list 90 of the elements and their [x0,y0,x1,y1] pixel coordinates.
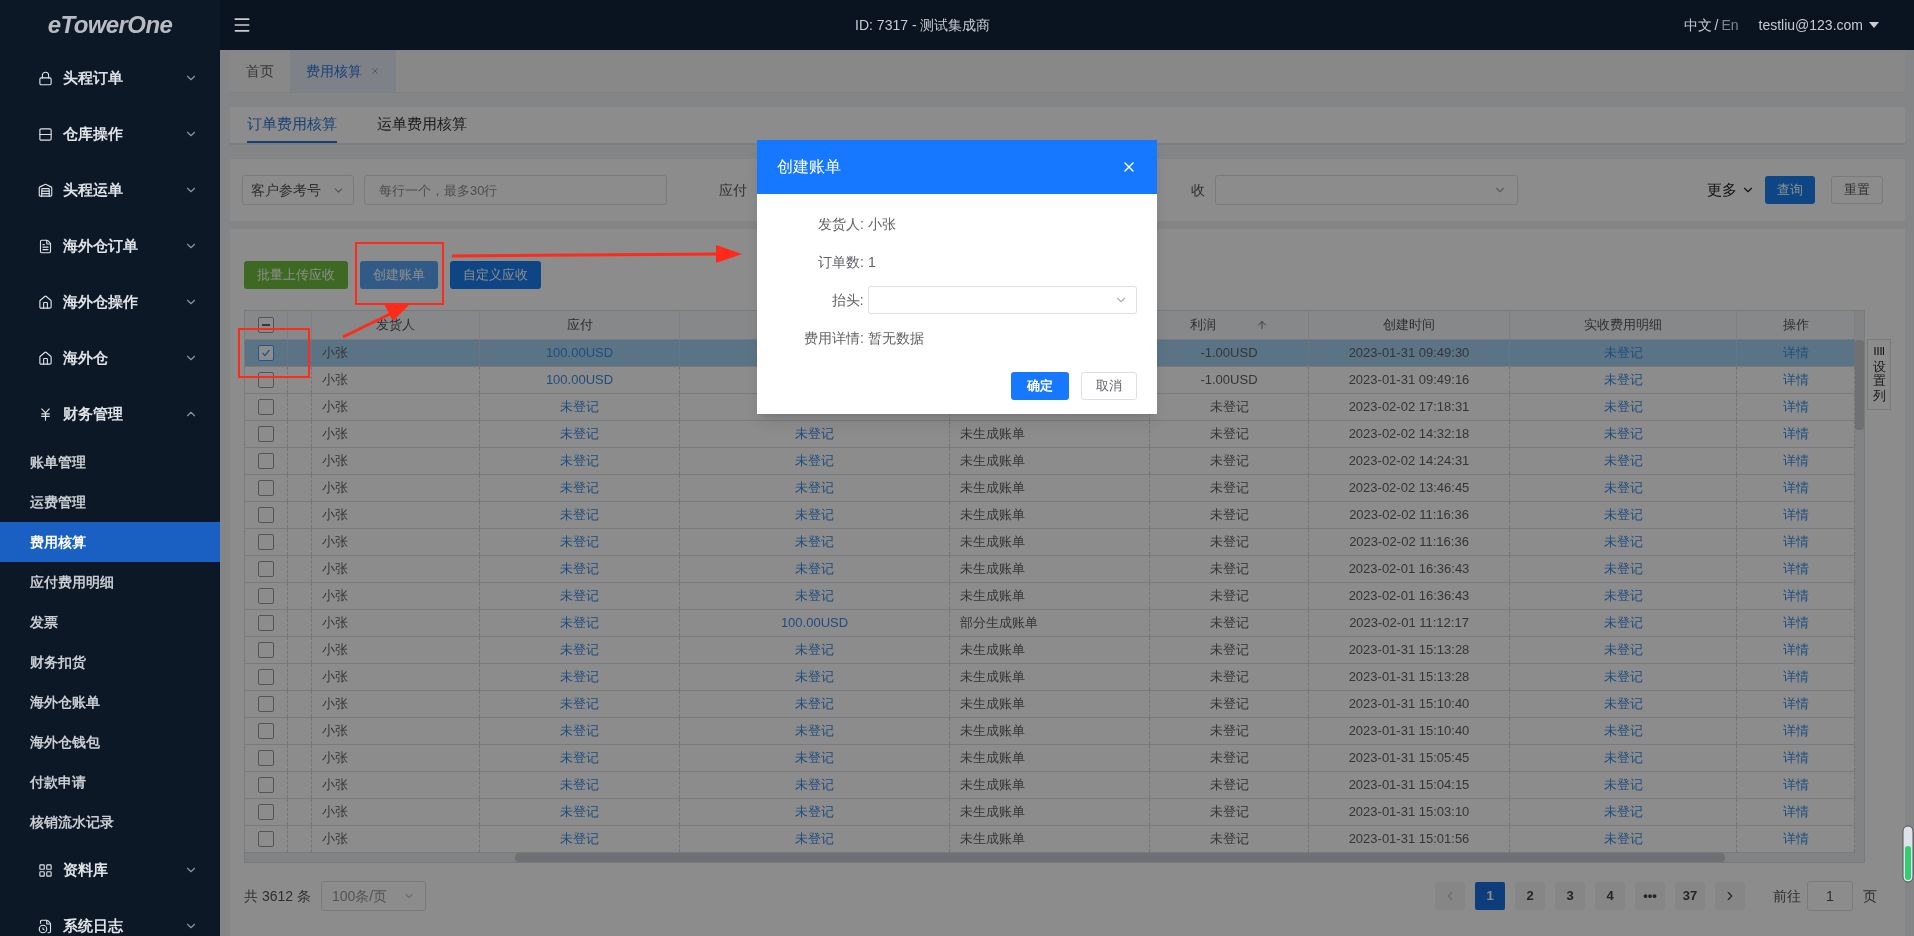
shipper-cell-text: 小张 [322,371,348,390]
status-cell-text: 未生成账单 [960,587,1025,606]
shipper-cell-text: 小张 [322,749,348,768]
profit-cell-text: 未登记 [1209,695,1249,714]
created-time-cell-text: 2023-01-31 15:10:40 [1348,695,1470,714]
shipper-cell-text: 小张 [322,533,348,552]
status-cell-text: 未生成账单 [960,803,1025,822]
status-cell-text: 未生成账单 [960,533,1025,552]
created-time-cell-text: 2023-01-31 15:04:15 [1348,776,1470,795]
status-cell-text: 未生成账单 [960,830,1025,849]
profit-cell-text: 未登记 [1209,614,1249,633]
field-label: 订单数: [817,252,865,272]
shipper-cell-text: 小张 [322,398,348,417]
created-time-cell-text: 2023-02-02 14:24:31 [1348,452,1470,471]
profit-cell-text: 未登记 [1209,506,1249,525]
shipper-cell-text: 小张 [322,425,348,444]
created-time-cell-text: 2023-02-01 11:12:17 [1349,614,1469,633]
field-value: 1 [868,252,876,272]
profit-cell-text: 未登记 [1209,587,1249,606]
settings-label: 设置列 [1872,360,1886,403]
created-time-cell-text: 2023-02-02 13:46:45 [1348,479,1470,498]
created-time-cell-text: 2023-01-31 15:13:28 [1348,668,1470,687]
field-value: 暂无数据 [868,328,924,348]
shipper-cell-text: 小张 [322,668,348,687]
shipper-cell-text: 小张 [322,830,348,849]
created-time-cell-text: 2023-01-31 15:01:56 [1348,830,1470,849]
profit-cell-text: 未登记 [1209,749,1249,768]
profit-cell-text: 未登记 [1209,722,1249,741]
profit-cell-text: 未登记 [1209,398,1249,417]
created-time-cell-text: 2023-01-31 15:05:45 [1348,749,1470,768]
shipper-cell-text: 小张 [322,452,348,471]
field-label: 费用详情: [803,328,865,348]
language-separator: / [1713,15,1720,35]
shipper-cell-text: 小张 [322,344,348,363]
status-cell-text: 未生成账单 [960,668,1025,687]
account-title: ID: 7317 - 测试集成商 [855,15,992,35]
field-label: 抬头: [830,290,865,310]
created-time-cell-text: 2023-02-02 11:16:36 [1349,506,1469,525]
shipper-cell-text: 小张 [322,776,348,795]
created-time-cell-text: 2023-02-02 14:32:18 [1348,425,1470,444]
shipper-cell-text: 小张 [322,560,348,579]
status-cell-text: 未生成账单 [960,479,1025,498]
status-cell-text: 未生成账单 [960,506,1025,525]
shipper-cell-text: 小张 [322,641,348,660]
status-cell-text: 未生成账单 [960,641,1025,660]
status-cell-text: 未生成账单 [960,425,1025,444]
payable-label: 应付 [719,180,747,200]
created-time-cell-text: 2023-02-01 16:36:43 [1348,587,1470,606]
status-cell-text: 未生成账单 [960,749,1025,768]
logo: eTowerOne [47,10,173,40]
created-time-cell-text: 2023-01-31 15:03:10 [1348,803,1470,822]
profit-cell-text: 未登记 [1209,641,1249,660]
profit-cell-text: 未登记 [1209,533,1249,552]
profit-cell-text: 未登记 [1209,452,1249,471]
shipper-cell-text: 小张 [322,506,348,525]
total-count: 共 3612 条 [244,886,311,906]
profit-cell-text: 未登记 [1209,668,1249,687]
status-cell-text: 未生成账单 [960,560,1025,579]
page-suffix: 页 [1863,886,1877,906]
shipper-cell-text: 小张 [322,803,348,822]
shipper-cell-text: 小张 [322,722,348,741]
profit-cell-text: 未登记 [1209,803,1249,822]
profit-cell-text: 未登记 [1209,776,1249,795]
profit-cell-text: 未登记 [1209,830,1249,849]
created-time-cell-text: 2023-01-31 15:13:28 [1348,641,1470,660]
status-cell-text: 部分生成账单 [960,614,1038,633]
status-cell-text: 未生成账单 [960,722,1025,741]
goto-label: 前往 [1773,886,1801,906]
profit-cell-text: 未登记 [1209,560,1249,579]
created-time-cell-text: 2023-01-31 09:49:16 [1348,371,1470,390]
receivable-label: 收 [1191,180,1205,200]
shipper-cell-text: 小张 [322,479,348,498]
profit-cell-text: -1.00USD [1200,344,1258,363]
status-cell-text: 未生成账单 [960,776,1025,795]
created-time-cell-text: 2023-02-02 11:16:36 [1349,533,1469,552]
shipper-cell-text: 小张 [322,695,348,714]
field-label: 发货人: [817,214,865,234]
profit-cell-text: -1.00USD [1200,371,1258,390]
status-cell-text: 未生成账单 [960,452,1025,471]
created-time-cell-text: 2023-02-01 16:36:43 [1348,560,1470,579]
created-time-cell-text: 2023-01-31 09:49:30 [1348,344,1470,363]
shipper-cell-text: 小张 [322,614,348,633]
status-cell-text: 未生成账单 [960,695,1025,714]
field-value: 小张 [868,214,896,234]
dialog-title: 创建账单 [777,157,841,177]
created-time-cell-text: 2023-02-02 17:18:31 [1348,398,1470,417]
created-time-cell-text: 2023-01-31 15:10:40 [1348,722,1470,741]
profit-cell-text: 未登记 [1209,479,1249,498]
profit-cell-text: 未登记 [1209,425,1249,444]
shipper-cell-text: 小张 [322,587,348,606]
